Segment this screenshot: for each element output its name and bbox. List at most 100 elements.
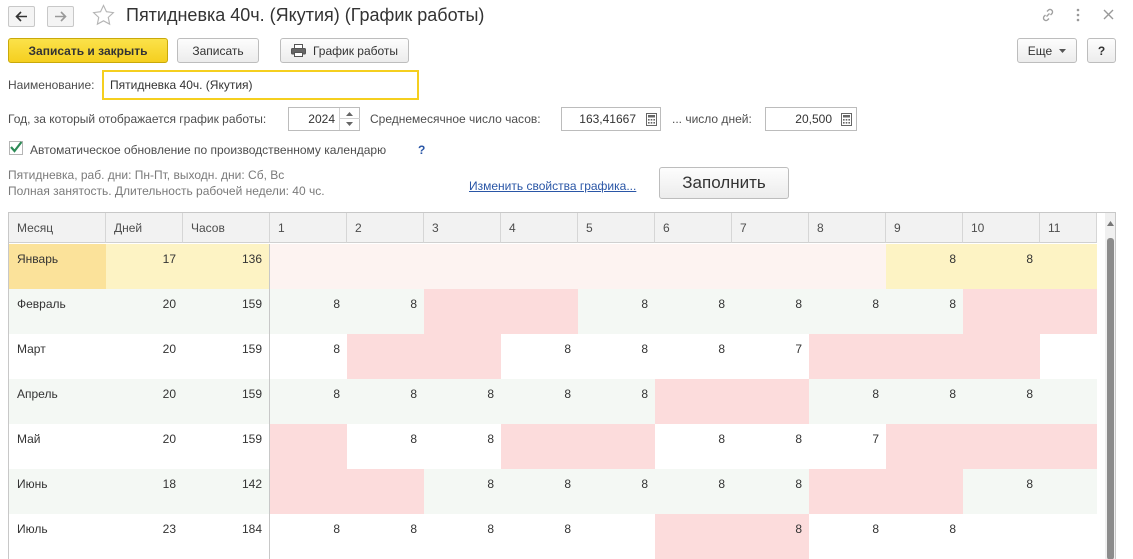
save-and-close-button[interactable]: Записать и закрыть <box>8 38 168 63</box>
day-off-cell[interactable] <box>655 514 732 559</box>
day-cell[interactable] <box>1040 244 1097 289</box>
back-button[interactable] <box>8 6 35 27</box>
day-cell[interactable]: 8 <box>270 514 347 559</box>
day-cell[interactable]: 8 <box>501 379 578 424</box>
month-cell[interactable]: Март <box>9 334 106 379</box>
column-header[interactable]: 1 <box>270 213 347 243</box>
calculator-icon[interactable] <box>642 110 660 128</box>
day-off-cell[interactable] <box>732 244 809 289</box>
table-row[interactable]: Июнь 18 142 8 8 8 8 8 8 <box>9 469 1097 514</box>
scrollbar-thumb[interactable] <box>1107 238 1114 559</box>
day-cell[interactable]: 8 <box>963 244 1040 289</box>
day-off-cell[interactable] <box>501 424 578 469</box>
auto-update-checkbox[interactable] <box>9 141 23 155</box>
days-cell[interactable]: 18 <box>106 469 183 514</box>
more-vertical-icon[interactable] <box>1075 7 1081 26</box>
help-button[interactable]: ? <box>1087 38 1116 63</box>
day-off-cell[interactable] <box>732 379 809 424</box>
day-cell[interactable]: 8 <box>655 469 732 514</box>
column-header[interactable]: Часов <box>183 213 270 243</box>
day-cell[interactable]: 8 <box>347 289 424 334</box>
day-off-cell[interactable]: 8 <box>732 514 809 559</box>
column-header[interactable]: 3 <box>424 213 501 243</box>
name-field[interactable]: Пятидневка 40ч. (Якутия) <box>102 70 419 100</box>
column-header[interactable]: 9 <box>886 213 963 243</box>
spinner-down-icon[interactable] <box>346 122 353 126</box>
day-off-cell[interactable] <box>578 244 655 289</box>
days-cell[interactable]: 23 <box>106 514 183 559</box>
spinner-up-icon[interactable] <box>346 112 353 116</box>
day-off-cell[interactable] <box>270 469 347 514</box>
column-header[interactable]: 5 <box>578 213 655 243</box>
table-row[interactable]: Февраль 20 159 8 8 8 8 8 8 8 <box>9 289 1097 334</box>
day-cell[interactable]: 8 <box>347 379 424 424</box>
day-cell[interactable]: 8 <box>809 514 886 559</box>
month-cell[interactable]: Июль <box>9 514 106 559</box>
column-header[interactable]: 2 <box>347 213 424 243</box>
column-header[interactable]: 6 <box>655 213 732 243</box>
column-header[interactable]: 8 <box>809 213 886 243</box>
day-off-cell[interactable] <box>578 424 655 469</box>
day-off-cell[interactable] <box>655 244 732 289</box>
help-question-icon[interactable]: ? <box>418 143 425 157</box>
hours-cell[interactable]: 159 <box>183 289 270 334</box>
column-header[interactable]: 10 <box>963 213 1040 243</box>
day-off-cell[interactable] <box>270 424 347 469</box>
day-off-cell[interactable] <box>270 244 347 289</box>
table-row[interactable]: Январь 17 136 8 8 <box>9 244 1097 289</box>
scroll-up-icon[interactable] <box>1107 221 1114 226</box>
schedule-table[interactable]: Месяц Дней Часов 1 2 3 4 5 6 7 8 9 10 11 Январь 17 136 8 8… <box>8 212 1116 559</box>
day-cell[interactable]: 8 <box>270 379 347 424</box>
column-header[interactable]: Дней <box>106 213 183 243</box>
table-row[interactable]: Июль 23 184 8 8 8 8 8 8 8 <box>9 514 1097 559</box>
day-off-cell[interactable] <box>963 289 1040 334</box>
day-cell[interactable]: 8 <box>347 514 424 559</box>
save-button[interactable]: Записать <box>177 38 259 63</box>
month-cell[interactable]: Апрель <box>9 379 106 424</box>
day-off-cell[interactable] <box>347 334 424 379</box>
more-button[interactable]: Еще <box>1017 38 1077 63</box>
days-cell[interactable]: 20 <box>106 334 183 379</box>
day-cell[interactable] <box>1040 514 1097 559</box>
day-cell[interactable]: 8 <box>424 424 501 469</box>
day-off-cell[interactable] <box>886 469 963 514</box>
day-cell[interactable]: 7 <box>809 424 886 469</box>
day-cell[interactable]: 8 <box>732 424 809 469</box>
vertical-scrollbar[interactable] <box>1105 213 1115 559</box>
day-off-cell[interactable] <box>963 424 1040 469</box>
auto-update-label[interactable]: Автоматическое обновление по производств… <box>30 143 386 157</box>
table-row[interactable]: Март 20 159 8 8 8 8 7 <box>9 334 1097 379</box>
day-cell[interactable]: 8 <box>732 469 809 514</box>
day-cell[interactable]: 8 <box>270 334 347 379</box>
day-cell[interactable]: 8 <box>578 469 655 514</box>
day-cell[interactable] <box>1040 334 1097 379</box>
day-off-cell[interactable] <box>886 334 963 379</box>
day-cell[interactable]: 8 <box>424 514 501 559</box>
day-cell[interactable]: 8 <box>347 424 424 469</box>
month-cell[interactable]: Февраль <box>9 289 106 334</box>
day-off-cell[interactable] <box>424 244 501 289</box>
hours-cell[interactable]: 142 <box>183 469 270 514</box>
hours-cell[interactable]: 159 <box>183 424 270 469</box>
work-schedule-button[interactable]: График работы <box>280 38 409 63</box>
calculator-icon[interactable] <box>837 110 855 128</box>
day-cell[interactable]: 8 <box>732 289 809 334</box>
day-cell[interactable]: 7 <box>732 334 809 379</box>
hours-cell[interactable]: 136 <box>183 244 270 289</box>
day-off-cell[interactable] <box>424 289 501 334</box>
fill-button[interactable]: Заполнить <box>659 167 789 199</box>
day-off-cell[interactable] <box>1040 289 1097 334</box>
day-cell[interactable]: 8 <box>963 469 1040 514</box>
hours-cell[interactable]: 159 <box>183 379 270 424</box>
link-icon[interactable] <box>1040 7 1056 26</box>
day-cell[interactable]: 8 <box>578 289 655 334</box>
day-cell[interactable]: 8 <box>886 244 963 289</box>
forward-button[interactable] <box>47 6 74 27</box>
close-icon[interactable] <box>1103 9 1114 23</box>
column-header[interactable]: 11 <box>1040 213 1097 243</box>
hours-cell[interactable]: 184 <box>183 514 270 559</box>
change-properties-link[interactable]: Изменить свойства графика... <box>469 179 636 193</box>
day-cell[interactable]: 8 <box>424 379 501 424</box>
day-cell[interactable]: 8 <box>809 379 886 424</box>
day-cell[interactable]: 8 <box>501 469 578 514</box>
